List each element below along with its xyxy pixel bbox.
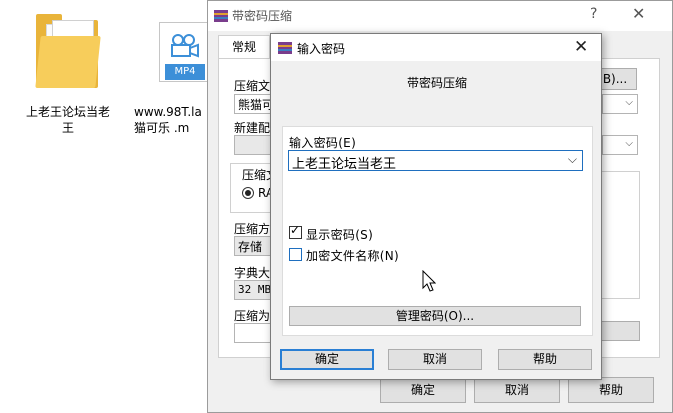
new-profile-label: 新建配 xyxy=(234,121,271,135)
dialog-help-button[interactable]: 帮助 xyxy=(498,349,592,370)
rar-radio[interactable] xyxy=(242,187,254,199)
winrar-icon xyxy=(278,42,292,54)
mp4-badge: MP4 xyxy=(165,64,205,80)
dictionary-size-label: 字典大 xyxy=(234,266,271,280)
title-bar[interactable]: 带密码压缩 ? ✕ xyxy=(208,1,672,31)
winrar-icon xyxy=(214,10,228,22)
password-value: 上老王论坛当老王 xyxy=(292,157,397,172)
archive-name-label: 压缩文 xyxy=(234,79,271,93)
dict-value: 32 MB xyxy=(238,283,272,296)
tab-general[interactable]: 常规 xyxy=(218,35,270,59)
method-value: 存储 xyxy=(238,240,263,254)
close-icon[interactable]: ✕ xyxy=(574,37,588,57)
enter-password-dialog: 输入密码 ✕ 带密码压缩 输入密码(E) 上老王论坛当老王 ⌵ 显示密码(S) … xyxy=(270,33,602,380)
password-input[interactable]: 上老王论坛当老王 ⌵ xyxy=(288,150,583,172)
help-button[interactable]: 帮助 xyxy=(568,377,654,403)
folder-icon[interactable] xyxy=(35,14,101,88)
window-title: 带密码压缩 xyxy=(232,9,293,23)
chevron-down-icon: ⌵ xyxy=(625,138,633,149)
options-group xyxy=(600,171,640,299)
split-volumes-label: 压缩为 xyxy=(234,309,271,323)
dialog-ok-button[interactable]: 确定 xyxy=(280,349,374,370)
mp4-label-line1: www.98T.la xyxy=(134,105,202,119)
set-password-button-partial[interactable] xyxy=(600,321,640,341)
show-password-label[interactable]: 显示密码(S) xyxy=(306,226,373,243)
mp4-file-label[interactable]: www.98T.la 猫可乐 .m xyxy=(134,104,218,136)
archive-name-dropdown[interactable]: ⌵ xyxy=(602,94,638,114)
close-icon[interactable]: ✕ xyxy=(632,4,645,23)
ok-button[interactable]: 确定 xyxy=(380,377,466,403)
folder-label[interactable]: 上老王论坛当老 王 xyxy=(18,104,118,136)
dialog-title: 输入密码 xyxy=(297,42,346,56)
encrypt-filenames-label[interactable]: 加密文件名称(N) xyxy=(306,247,399,264)
password-label: 输入密码(E) xyxy=(289,136,357,150)
dialog-heading: 带密码压缩 xyxy=(406,76,467,90)
show-password-checkbox[interactable] xyxy=(289,223,302,239)
help-icon[interactable]: ? xyxy=(590,6,597,22)
chevron-down-icon: ⌵ xyxy=(625,97,633,108)
dialog-cancel-button[interactable]: 取消 xyxy=(388,349,482,370)
cancel-button[interactable]: 取消 xyxy=(474,377,560,403)
manage-passwords-button[interactable]: 管理密码(O)... xyxy=(289,306,581,326)
mp4-file-icon[interactable]: MP4 xyxy=(159,22,211,82)
video-camera-icon xyxy=(171,34,199,58)
mouse-cursor-icon xyxy=(422,270,436,292)
dialog-title-bar[interactable]: 输入密码 ✕ xyxy=(271,34,601,61)
profile-dropdown[interactable]: ⌵ xyxy=(602,135,638,155)
archive-name-value: 熊猫可 xyxy=(238,98,275,112)
encrypt-filenames-checkbox[interactable] xyxy=(289,248,302,261)
mp4-label-line2: 猫可乐 .m xyxy=(134,121,190,135)
compression-method-label: 压缩方 xyxy=(234,222,271,236)
chevron-down-icon[interactable]: ⌵ xyxy=(568,152,577,167)
